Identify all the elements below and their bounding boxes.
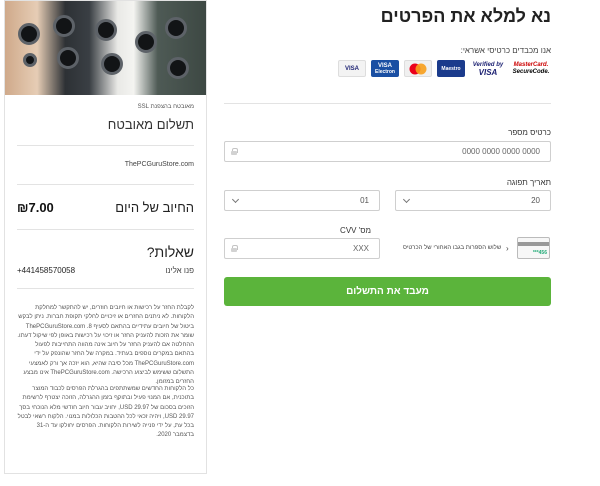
logo-text: MasterCard. <box>513 61 549 68</box>
card-number-placeholder: 0000 0000 0000 0000 <box>462 147 540 156</box>
maestro-logo: Maestro <box>437 60 465 77</box>
camera-lens-icon <box>167 57 189 79</box>
today-charge-label: החיוב של היום <box>115 200 194 215</box>
pay-button[interactable]: מעבד את התשלום <box>224 277 551 306</box>
contact-label: פנו אלינו <box>165 266 194 275</box>
promotion-terms-text: כל הלקוחות החדשים שמשתתפים בהגרלת הפרסים… <box>17 386 194 439</box>
expiry-month-value: 01 <box>360 196 369 205</box>
camera-lens-icon <box>165 17 187 39</box>
expiry-label: תאריך תפוגה <box>506 178 551 187</box>
logo-text: SecureCode. <box>512 68 550 75</box>
camera-lens-icon <box>53 15 75 37</box>
expiry-year-value: 20 <box>531 196 540 205</box>
card-number-input[interactable]: 0000 0000 0000 0000 <box>224 141 551 162</box>
mastercard-securecode-logo: MasterCard. SecureCode. <box>511 60 551 77</box>
logo-text: VISA <box>478 67 498 77</box>
lock-icon <box>231 245 238 252</box>
camera-lens-icon <box>57 47 79 69</box>
divider <box>17 288 194 289</box>
chevron-left-icon: ‹ <box>506 244 509 253</box>
divider <box>17 145 194 146</box>
questions-title: שאלות? <box>146 244 194 260</box>
magnetic-strip <box>518 242 549 246</box>
visa-electron-logo: VISA Electron <box>371 60 399 77</box>
chevron-down-icon <box>231 195 240 204</box>
verified-by-visa-logo: Verified by VISA <box>470 60 506 77</box>
mastercard-logo <box>404 60 432 77</box>
camera-lens-icon <box>18 23 40 45</box>
cvv-input[interactable]: XXX <box>224 238 380 259</box>
chevron-down-icon <box>402 195 411 204</box>
divider <box>224 103 551 104</box>
contact-phone[interactable]: +441458570058 <box>17 266 75 275</box>
mastercard-circles-icon <box>409 63 427 74</box>
expiry-year-select[interactable]: 20 <box>395 190 551 211</box>
logo-text: VISA <box>344 65 359 72</box>
lock-icon <box>231 148 238 155</box>
form-title: נא למלא את הפרטים <box>380 6 551 26</box>
secure-payment-title: תשלום מאובטח <box>107 117 194 132</box>
today-charge-amount: ₪7.00 <box>17 200 54 215</box>
order-summary-panel: מאובטח בהצפנת SSL תשלום מאובטח ThePCGuru… <box>4 0 207 474</box>
card-thumb-digits: ***456 <box>532 250 547 256</box>
store-name: ThePCGuruStore.com <box>124 161 194 168</box>
camera-lens-icon <box>135 31 157 53</box>
ssl-note: מאובטח בהצפנת SSL <box>137 104 194 110</box>
divider <box>17 184 194 185</box>
payment-form: נא למלא את הפרטים אנו מכבדים כרטיסי אשרא… <box>224 0 551 486</box>
cvv-label: מס' CVV <box>340 226 371 235</box>
camera-lens-icon <box>101 53 123 75</box>
card-back-icon: ***456 <box>517 237 550 259</box>
camera-lens-icon <box>95 19 117 41</box>
logo-text: Maestro <box>441 65 461 72</box>
camera-lens-icon <box>23 53 37 67</box>
logo-text: Electron <box>374 68 395 75</box>
card-logos: MasterCard. SecureCode. Verified by VISA… <box>338 60 551 78</box>
divider <box>17 229 194 230</box>
refund-policy-text: לקבלת החזר על רכישות או חיובים חוזרים, י… <box>17 305 194 386</box>
cvv-hint: שלוש הספרות בגבו האחורי של הכרטיס <box>403 245 502 251</box>
expiry-month-select[interactable]: 01 <box>224 190 380 211</box>
product-image <box>5 1 206 95</box>
card-number-label: כרטיס מספר <box>508 128 551 137</box>
accepted-cards-label: אנו מכבדים כרטיסי אשראי: <box>460 46 551 55</box>
cvv-placeholder: XXX <box>352 244 369 253</box>
visa-logo: VISA <box>338 60 366 77</box>
